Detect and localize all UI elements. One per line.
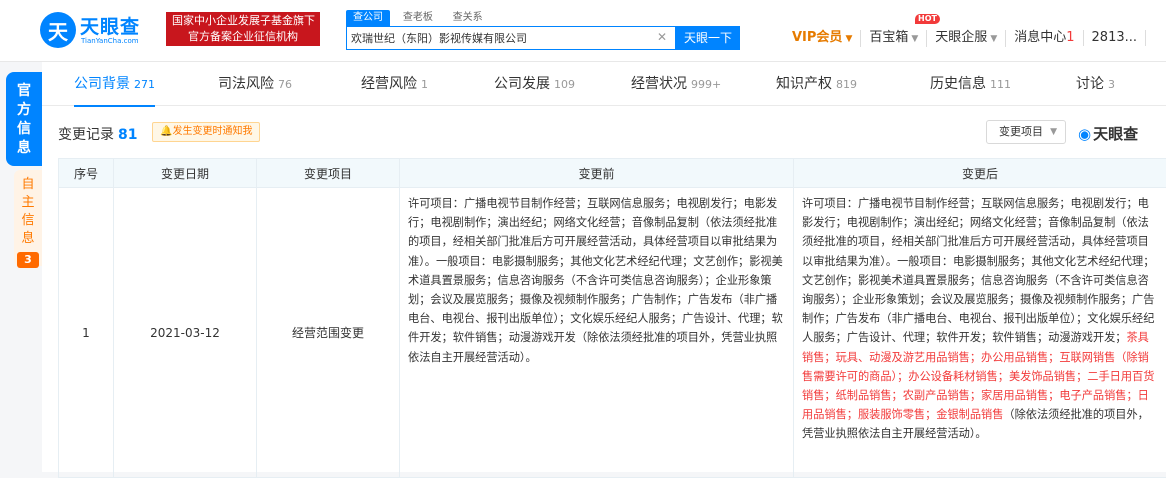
tab-label: 公司背景 [74, 76, 130, 92]
tab-count: 111 [990, 78, 1011, 91]
column-header-before: 变更前 [400, 159, 794, 188]
filter-select-value: 变更项目 [999, 125, 1043, 138]
logo[interactable]: 天 天眼查 TianYanCha.com [40, 10, 160, 50]
gov-badge[interactable]: 国家中小企业发展子基金旗下 官方备案企业征信机构 [166, 12, 320, 46]
eye-logo-icon: ◉ [1078, 125, 1091, 143]
notify-label: 发生变更时通知我 [172, 126, 252, 137]
tab-discussion[interactable]: 讨论 3 [1076, 62, 1115, 106]
logo-name: 天眼查 [80, 12, 140, 39]
gov-badge-line2: 官方备案企业征信机构 [172, 29, 314, 45]
after-text-unchanged: 许可项目：广播电视节目制作经营；互联网信息服务；电视剧发行；电影发行；电视剧制作… [802, 197, 1154, 344]
caret-down-icon: ▼ [845, 34, 852, 44]
gov-badge-line1: 国家中小企业发展子基金旗下 [172, 13, 314, 29]
enterprise-service-menu[interactable]: 天眼企服▼ [927, 30, 1006, 47]
notify-on-change-button[interactable]: 🔔发生变更时通知我 [152, 122, 260, 142]
tab-operating-status[interactable]: 经营状况 999+ [631, 62, 721, 106]
cell-date: 2021-03-12 [114, 188, 257, 478]
column-header-index: 序号 [59, 159, 114, 188]
tab-company-development[interactable]: 公司发展 109 [494, 62, 575, 106]
column-header-item: 变更项目 [257, 159, 400, 188]
change-record-table: 序号 变更日期 变更项目 变更前 变更后 1 2021-03-12 经营范围变更… [58, 158, 1166, 478]
section-title-label: 变更记录 [58, 127, 114, 143]
tab-label: 历史信息 [930, 76, 986, 92]
tab-count: 999+ [691, 78, 721, 91]
message-center[interactable]: 消息中心1 [1006, 30, 1083, 46]
enterprise-service-label: 天眼企服 [935, 30, 987, 45]
side-tab-self-info[interactable]: 自主信息 3 [14, 170, 42, 266]
column-header-date: 变更日期 [114, 159, 257, 188]
treasure-box-menu[interactable]: 百宝箱▼ [861, 30, 927, 47]
vip-menu[interactable]: VIP会员▼ [784, 30, 861, 47]
logo-eye-icon: 天 [40, 12, 76, 48]
tab-count: 271 [134, 78, 155, 91]
search-input[interactable] [351, 29, 651, 47]
caret-down-icon: ▼ [990, 34, 997, 44]
clear-icon[interactable]: ✕ [657, 30, 667, 44]
tab-judicial-risk[interactable]: 司法风险 76 [218, 62, 292, 106]
tab-intellectual-property[interactable]: 知识产权 819 [776, 62, 857, 106]
column-header-after: 变更后 [794, 159, 1166, 188]
tab-company-background[interactable]: 公司背景 271 [74, 62, 155, 106]
side-tab-official-label: 官方信息 [16, 82, 32, 158]
cell-item: 经营范围变更 [257, 188, 400, 478]
caret-down-icon: ▼ [911, 34, 918, 44]
search-button[interactable]: 天眼一下 [676, 26, 740, 50]
table-row: 1 2021-03-12 经营范围变更 许可项目：广播电视节目制作经营；互联网信… [59, 188, 1166, 478]
message-count-badge: 1 [1066, 30, 1074, 45]
tab-label: 讨论 [1076, 76, 1104, 92]
active-tab-indicator [74, 105, 155, 107]
side-tab-official-info[interactable]: 官方信息 [6, 72, 42, 166]
tab-operating-risk[interactable]: 经营风险 1 [361, 62, 428, 106]
side-tab-self-label: 自主信息 [21, 176, 35, 248]
tab-label: 经营状况 [631, 76, 687, 92]
top-header: 天 天眼查 TianYanCha.com 国家中小企业发展子基金旗下 官方备案企… [0, 0, 1166, 62]
vip-label: VIP会员 [792, 30, 842, 45]
tab-count: 3 [1108, 78, 1115, 91]
bell-icon: 🔔 [160, 126, 172, 137]
section-count: 81 [118, 127, 137, 143]
search-tab-relation[interactable]: 查关系 [446, 10, 490, 26]
message-center-label: 消息中心 [1014, 30, 1066, 45]
main-panel: 公司背景 271 司法风险 76 经营风险 1 公司发展 109 经营状况 999+ 知识… [42, 62, 1166, 472]
tab-count: 1 [421, 78, 428, 91]
category-tabs: 公司背景 271 司法风险 76 经营风险 1 公司发展 109 经营状况 999+ 知识… [42, 62, 1166, 106]
cell-before: 许可项目：广播电视节目制作经营；互联网信息服务；电视剧发行；电影发行；电视剧制作… [400, 188, 794, 478]
tab-count: 109 [554, 78, 575, 91]
brand-watermark: ◉天眼查 [1078, 123, 1138, 144]
caret-down-icon: ▼ [1050, 121, 1057, 143]
tab-history-info[interactable]: 历史信息 111 [930, 62, 1011, 106]
change-item-filter-select[interactable]: 变更项目 ▼ [986, 120, 1066, 144]
user-label: 2813... [1092, 30, 1137, 45]
search-box: ✕ [346, 26, 676, 50]
user-menu[interactable]: 2813... [1084, 30, 1146, 46]
search-tabs: 查公司 查老板 查关系 [346, 9, 492, 25]
tab-count: 819 [836, 78, 857, 91]
tab-label: 公司发展 [494, 76, 550, 92]
cell-after: 许可项目：广播电视节目制作经营；互联网信息服务；电视剧发行；电影发行；电视剧制作… [794, 188, 1166, 478]
section-title: 变更记录81 [58, 124, 137, 144]
search-tab-boss[interactable]: 查老板 [396, 10, 440, 26]
hot-badge: HOT [915, 14, 940, 24]
tab-label: 知识产权 [776, 76, 832, 92]
logo-domain: TianYanCha.com [81, 37, 139, 45]
table-header-row: 序号 变更日期 变更项目 变更前 变更后 [59, 159, 1166, 188]
tab-count: 76 [278, 78, 292, 91]
side-tab-self-count: 3 [17, 252, 39, 268]
cell-index: 1 [59, 188, 114, 478]
watermark-text: 天眼查 [1093, 125, 1138, 143]
top-nav: VIP会员▼ 百宝箱▼ 天眼企服▼ 消息中心1 2813... HOT [784, 26, 1146, 50]
tab-label: 经营风险 [361, 76, 417, 92]
tab-label: 司法风险 [218, 76, 274, 92]
treasure-box-label: 百宝箱 [869, 30, 908, 45]
search-tab-company[interactable]: 查公司 [346, 10, 390, 26]
